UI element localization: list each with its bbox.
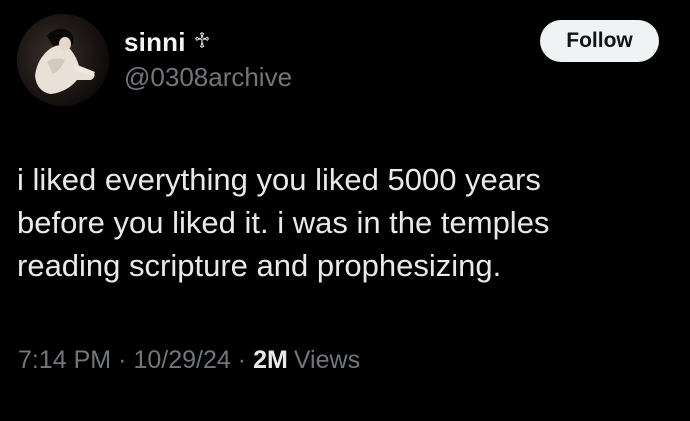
avatar[interactable] xyxy=(17,14,109,106)
tweet-metadata: 7:14 PM · 10/29/24 · 2M Views xyxy=(18,346,360,375)
meta-separator: · xyxy=(237,346,247,374)
author-name-row[interactable]: sinni ♱ xyxy=(124,26,211,58)
tweet-time[interactable]: 7:14 PM xyxy=(18,346,111,375)
follow-button[interactable]: Follow xyxy=(540,20,659,62)
meta-separator: · xyxy=(118,346,127,374)
avatar-image xyxy=(17,14,109,106)
views-count: 2M xyxy=(253,346,288,374)
tweet-text-line: before you liked it. i was in the temple… xyxy=(17,205,550,240)
cross-icon: ♱ xyxy=(193,29,211,54)
tweet-text: i liked everything you liked 5000 years … xyxy=(17,158,677,287)
tweet-text-line: reading scripture and prophesizing. xyxy=(17,248,502,283)
tweet-text-line: i liked everything you liked 5000 years xyxy=(17,162,541,197)
tweet-date[interactable]: 10/29/24 xyxy=(133,346,230,375)
author-handle[interactable]: @0308archive xyxy=(124,62,292,93)
author-display-name[interactable]: sinni xyxy=(124,27,186,58)
tweet-card: sinni ♱ @0308archive Follow i liked ever… xyxy=(0,0,690,421)
views-label: Views xyxy=(293,346,361,374)
